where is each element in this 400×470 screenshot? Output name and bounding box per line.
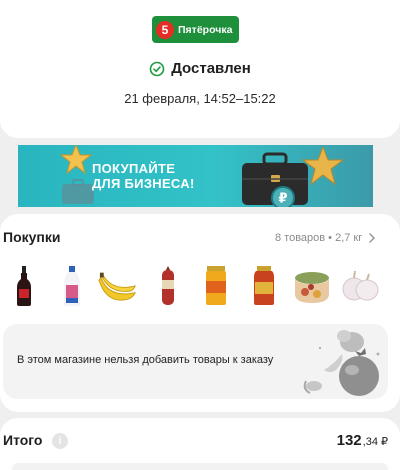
order-details-screen: 5 Пятёрочка Доставлен 21 февраля, 14:52–…	[0, 0, 400, 470]
sauce-bottle-icon	[17, 266, 31, 306]
ruble-coin-icon: ₽	[271, 186, 295, 207]
info-icon[interactable]: i	[52, 433, 68, 449]
vegetables-illustration-icon	[303, 330, 380, 396]
svg-text:₽: ₽	[278, 192, 287, 207]
briefcase-faded-icon	[62, 179, 94, 204]
yogurt-bottle-icon	[64, 266, 80, 306]
product-item[interactable]	[148, 264, 188, 308]
purchases-summary: 8 товаров • 2,7 кг	[275, 232, 363, 244]
product-item[interactable]	[52, 264, 92, 308]
product-item[interactable]	[4, 264, 44, 308]
star-icon	[59, 145, 93, 175]
product-item[interactable]	[98, 264, 138, 308]
status-text: Доставлен	[171, 60, 251, 77]
tomato-sauce-jar-icon	[254, 266, 274, 305]
purchases-summary-link[interactable]: 8 товаров • 2,7 кг	[275, 232, 376, 244]
business-promo-banner[interactable]: ПОКУПАЙТЕ ДЛЯ БИЗНЕСА! ₽	[18, 145, 373, 207]
garlic-icon	[342, 270, 379, 301]
banner-line-2: ДЛЯ БИЗНЕСА!	[92, 176, 195, 191]
bottom-panel-edge	[12, 463, 388, 470]
logo-five-icon: 5	[156, 20, 174, 39]
chevron-right-icon	[369, 233, 376, 243]
product-item[interactable]	[244, 264, 284, 308]
store-logo: 5 Пятёрочка	[152, 16, 239, 43]
total-label: Итого	[3, 432, 43, 448]
total-amount: 132 ,34 ₽	[337, 432, 388, 449]
sausage-icon	[162, 266, 174, 305]
products-row[interactable]	[0, 264, 400, 308]
banner-line-1: ПОКУПАЙТЕ	[92, 161, 176, 176]
check-circle-icon	[149, 61, 165, 76]
product-item[interactable]	[196, 264, 236, 308]
notice-text: В этом магазине нельзя добавить товары к…	[17, 354, 274, 366]
total-amount-minor: ,34 ₽	[362, 436, 388, 448]
purchases-title: Покупки	[3, 229, 61, 245]
order-header-card: 5 Пятёрочка Доставлен 21 февраля, 14:52–…	[0, 0, 400, 138]
canned-jar-icon	[206, 266, 226, 305]
star-icon	[301, 145, 345, 186]
banner-text: ПОКУПАЙТЕ ДЛЯ БИЗНЕСА!	[92, 161, 195, 191]
add-items-notice: В этом магазине нельзя добавить товары к…	[3, 324, 388, 399]
bananas-icon	[98, 272, 136, 301]
total-amount-major: 132	[336, 432, 362, 449]
delivery-time: 21 февраля, 14:52–15:22	[124, 91, 276, 106]
salad-container-icon	[295, 272, 329, 303]
product-item[interactable]	[292, 264, 332, 308]
product-item[interactable]	[340, 264, 380, 308]
store-name: Пятёрочка	[178, 23, 233, 36]
order-status: Доставлен	[0, 60, 400, 77]
